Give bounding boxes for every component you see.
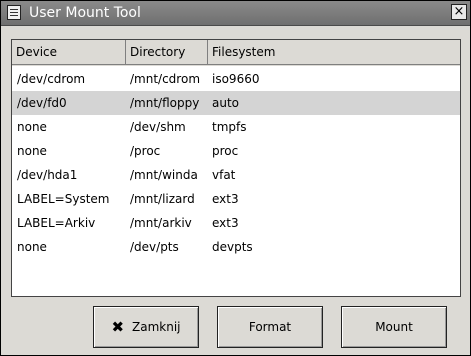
cell-directory: /proc	[130, 144, 161, 158]
cell-device: /dev/cdrom	[17, 72, 86, 86]
cell-directory: /mnt/lizard	[130, 192, 195, 206]
table-row[interactable]: /dev/cdrom/mnt/cdrom iso9660	[12, 67, 460, 91]
cell-directory: /mnt/cdrom	[130, 72, 201, 86]
cell-device: /dev/fd0	[17, 96, 67, 110]
table-row[interactable]: LABEL=Arkiv/mnt/arkiv ext3	[12, 211, 460, 235]
cell-device: none	[17, 240, 47, 254]
close-window-icon[interactable]: ×	[451, 4, 467, 20]
user-mount-tool-window: User Mount Tool × Device Directory Files…	[0, 0, 471, 356]
cell-device: LABEL=Arkiv	[17, 216, 96, 230]
cell-device: none	[17, 144, 47, 158]
cell-filesystem: vfat	[212, 168, 236, 182]
window-menu-icon[interactable]	[7, 5, 21, 20]
mount-button-label: Mount	[375, 320, 413, 334]
table-row[interactable]: /dev/fd0/mnt/floppy auto	[12, 91, 460, 115]
column-header-device[interactable]: Device	[12, 40, 126, 65]
cell-directory: /dev/shm	[130, 120, 186, 134]
cell-device: /dev/hda1	[17, 168, 78, 182]
format-button[interactable]: Format	[217, 306, 323, 348]
cell-device: LABEL=System	[17, 192, 110, 206]
column-header-directory[interactable]: Directory	[126, 40, 208, 65]
close-button[interactable]: ✖ Zamknij	[93, 306, 199, 348]
window-title: User Mount Tool	[29, 5, 141, 21]
cell-filesystem: tmpfs	[212, 120, 247, 134]
mount-list[interactable]: Device Directory Filesystem /dev/cdrom/m…	[11, 39, 461, 297]
table-row[interactable]: none/dev/pts devpts	[12, 235, 460, 259]
cell-filesystem: proc	[212, 144, 239, 158]
cell-directory: /mnt/winda	[130, 168, 198, 182]
table-row[interactable]: none/dev/shm tmpfs	[12, 115, 460, 139]
format-button-label: Format	[248, 320, 292, 334]
cell-directory: /mnt/floppy	[130, 96, 200, 110]
cell-directory: /dev/pts	[130, 240, 179, 254]
column-header-filesystem[interactable]: Filesystem	[208, 40, 460, 65]
cell-filesystem: ext3	[212, 192, 239, 206]
cell-filesystem: iso9660	[212, 72, 260, 86]
title-bar[interactable]: User Mount Tool ×	[1, 1, 470, 26]
list-rows: /dev/cdrom/mnt/cdrom iso9660/dev/fd0/mnt/…	[12, 67, 460, 259]
cell-filesystem: auto	[212, 96, 240, 110]
cell-filesystem: ext3	[212, 216, 239, 230]
table-row[interactable]: /dev/hda1/mnt/winda vfat	[12, 163, 460, 187]
cell-filesystem: devpts	[212, 240, 253, 254]
close-icon: ✖	[111, 317, 125, 336]
cell-device: none	[17, 120, 47, 134]
cell-directory: /mnt/arkiv	[130, 216, 192, 230]
table-row[interactable]: none/proc proc	[12, 139, 460, 163]
close-button-label: Zamknij	[132, 320, 181, 334]
list-header: Device Directory Filesystem	[12, 40, 460, 66]
table-row[interactable]: LABEL=System/mnt/lizard ext3	[12, 187, 460, 211]
mount-button[interactable]: Mount	[341, 306, 447, 348]
